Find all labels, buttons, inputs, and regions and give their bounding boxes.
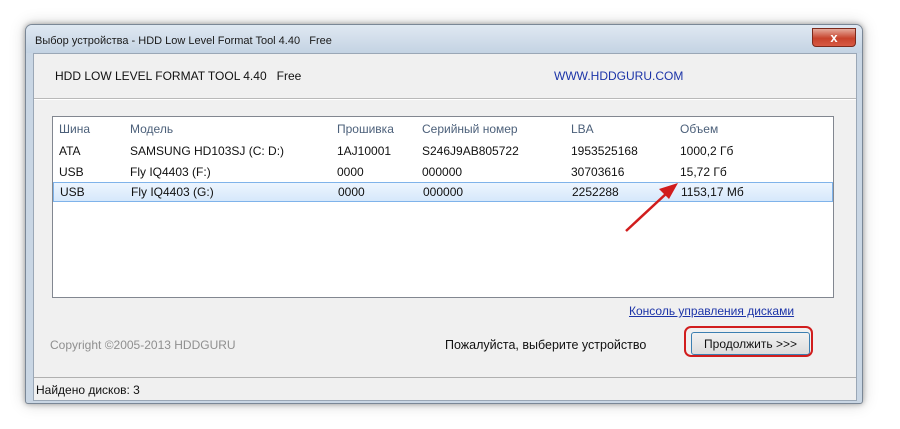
cell-lba: 30703616 — [571, 165, 625, 179]
window-content: HDD LOW LEVEL FORMAT TOOL 4.40 Free WWW.… — [33, 53, 857, 401]
cell-lba: 1953525168 — [571, 144, 638, 158]
column-header-model[interactable]: Модель — [130, 122, 173, 136]
cell-model: Fly IQ4403 (G:) — [131, 185, 214, 199]
table-row[interactable]: ATA SAMSUNG HD103SJ (C: D:) 1AJ10001 S24… — [53, 141, 833, 161]
cell-bus: USB — [60, 185, 85, 199]
cell-firmware: 0000 — [337, 165, 364, 179]
column-header-lba[interactable]: LBA — [571, 122, 594, 136]
cell-capacity: 15,72 Гб — [680, 165, 727, 179]
device-list[interactable]: Шина Модель Прошивка Серийный номер LBA … — [52, 116, 834, 298]
website-link[interactable]: WWW.HDDGURU.COM — [554, 69, 683, 83]
cell-bus: ATA — [59, 144, 81, 158]
header-divider — [34, 98, 856, 100]
column-header-firmware[interactable]: Прошивка — [337, 122, 394, 136]
copyright-text: Copyright ©2005-2013 HDDGURU — [50, 338, 236, 352]
column-header-serial[interactable]: Серийный номер — [422, 122, 518, 136]
cell-lba: 2252288 — [572, 185, 619, 199]
table-row-selected[interactable]: USB Fly IQ4403 (G:) 0000 000000 2252288 … — [53, 182, 833, 202]
column-header-bus[interactable]: Шина — [59, 122, 90, 136]
cell-serial: S246J9AB805722 — [422, 144, 519, 158]
app-title: HDD LOW LEVEL FORMAT TOOL 4.40 Free — [55, 69, 302, 83]
window-title: Выбор устройства - HDD Low Level Format … — [35, 35, 332, 47]
disk-management-link[interactable]: Консоль управления дисками — [629, 304, 794, 318]
table-row[interactable]: USB Fly IQ4403 (F:) 0000 000000 30703616… — [53, 162, 833, 182]
cell-capacity: 1153,17 Мб — [681, 185, 744, 199]
cell-serial: 000000 — [422, 165, 463, 179]
close-icon: x — [830, 30, 838, 45]
title-bar[interactable]: Выбор устройства - HDD Low Level Format … — [26, 25, 862, 53]
cell-capacity: 1000,2 Гб — [680, 144, 734, 158]
cell-bus: USB — [59, 165, 84, 179]
column-header-capacity[interactable]: Объем — [680, 122, 718, 136]
select-device-prompt: Пожалуйста, выберите устройство — [445, 338, 647, 352]
device-selection-window: Выбор устройства - HDD Low Level Format … — [25, 24, 863, 404]
close-button[interactable]: x — [812, 28, 856, 47]
status-bar: Найдено дисков: 3 — [34, 377, 856, 400]
cell-firmware: 1AJ10001 — [337, 144, 392, 158]
cell-firmware: 0000 — [338, 185, 365, 199]
annotation-highlight — [684, 326, 813, 357]
disks-found-count: Найдено дисков: 3 — [36, 383, 140, 397]
list-header: Шина Модель Прошивка Серийный номер LBA … — [53, 117, 833, 139]
cell-model: SAMSUNG HD103SJ (C: D:) — [130, 144, 285, 158]
cell-serial: 000000 — [423, 185, 464, 199]
cell-model: Fly IQ4403 (F:) — [130, 165, 211, 179]
